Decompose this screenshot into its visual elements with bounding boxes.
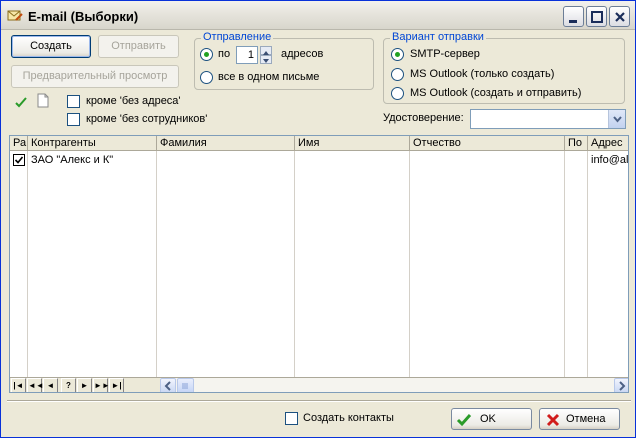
outlook-send-label: MS Outlook (создать и отправить) [410, 87, 582, 99]
smtp-label: SMTP-сервер [410, 48, 480, 60]
email-edit-icon [7, 8, 23, 22]
outlook-create-label: MS Outlook (только создать) [410, 68, 555, 80]
maximize-button[interactable] [586, 6, 607, 27]
column-header[interactable]: По [565, 136, 588, 151]
outlook-create-radio[interactable] [391, 68, 404, 81]
counterparty-cell: ЗАО "Алекс и К" [31, 154, 114, 166]
create-button[interactable]: Создать [11, 35, 91, 58]
close-button[interactable] [609, 6, 630, 27]
ok-label: OK [480, 413, 496, 425]
single-letter-label: все в одном письме [218, 71, 320, 83]
scroll-left-button[interactable] [160, 378, 176, 392]
close-icon [615, 12, 625, 22]
column-header[interactable]: Контрагенты [28, 136, 157, 151]
row-checkbox[interactable] [13, 154, 25, 166]
address-count-input[interactable]: 1 [236, 46, 258, 64]
minimize-icon [569, 20, 577, 23]
cross-icon [546, 413, 560, 427]
certificate-value [471, 110, 474, 127]
certificate-dropdown-button[interactable] [608, 110, 625, 128]
preview-button[interactable]: Предварительный просмотр [11, 65, 179, 88]
certificate-label: Удостоверение: [383, 112, 464, 124]
prev-record-button[interactable]: ◄ [43, 378, 58, 392]
column-header[interactable]: Ра [10, 136, 28, 151]
prev-page-button[interactable]: ◄◄ [27, 378, 44, 392]
create-contacts-checkbox[interactable] [285, 412, 298, 425]
footer-divider [7, 400, 631, 402]
arrow-left-icon [164, 381, 171, 391]
addresses-label: адресов [281, 48, 324, 60]
checkmark-icon [456, 414, 472, 427]
checkmark-icon [14, 156, 24, 164]
column-header[interactable]: Имя [295, 136, 410, 151]
recipients-grid[interactable]: Ра Контрагенты Фамилия Имя Отчество По А… [9, 135, 629, 393]
last-record-button[interactable]: ►| [109, 378, 124, 392]
create-contacts-label: Создать контакты [303, 412, 394, 424]
spin-up-button[interactable] [260, 46, 272, 55]
next-record-button[interactable]: ► [77, 378, 92, 392]
chevron-down-icon [613, 116, 622, 123]
search-record-button[interactable]: ? [61, 378, 76, 392]
minimize-button[interactable] [563, 6, 584, 27]
address-cell: info@ale [591, 154, 629, 166]
ok-button[interactable]: OK [451, 408, 532, 430]
send-button[interactable]: Отправить [98, 35, 179, 58]
outlook-send-radio[interactable] [391, 87, 404, 100]
grid-navigator: |◄ ◄◄ ◄ ? ► ►► ►| [10, 377, 628, 392]
send-variant-group-label: Вариант отправки [390, 31, 486, 43]
cancel-button[interactable]: Отмена [539, 408, 620, 430]
window-title: E-mail (Выборки) [28, 9, 139, 24]
name-cell [295, 152, 409, 169]
column-header[interactable]: Отчество [410, 136, 565, 151]
table-row[interactable]: ЗАО "Алекс и К" info@ale [10, 152, 629, 169]
no-employees-label: кроме 'без сотрудников' [86, 113, 208, 125]
title-bar[interactable]: E-mail (Выборки) [1, 1, 635, 30]
scroll-right-button[interactable] [614, 378, 628, 392]
blank-document-icon[interactable] [37, 93, 49, 111]
maximize-icon [591, 11, 603, 23]
send-by-label: по [218, 48, 231, 60]
column-header[interactable]: Адрес [588, 136, 628, 151]
no-address-label: кроме 'без адреса' [86, 95, 181, 107]
send-by-count-radio[interactable] [200, 48, 213, 61]
horizontal-scrollbar[interactable] [160, 378, 628, 392]
single-letter-radio[interactable] [200, 71, 213, 84]
cancel-label: Отмена [566, 413, 606, 425]
spin-down-button[interactable] [260, 55, 272, 64]
email-dialog: E-mail (Выборки) Создать Отправить Предв… [0, 0, 636, 438]
gender-cell [565, 152, 587, 169]
column-header[interactable]: Фамилия [157, 136, 295, 151]
scroll-thumb[interactable] [177, 378, 194, 392]
no-employees-checkbox[interactable] [67, 113, 80, 126]
surname-cell [157, 152, 294, 169]
first-record-button[interactable]: |◄ [11, 378, 26, 392]
smtp-radio[interactable] [391, 48, 404, 61]
sending-group-label: Отправление [201, 31, 274, 43]
grid-header: Ра Контрагенты Фамилия Имя Отчество По А… [10, 136, 628, 151]
arrow-right-icon [619, 381, 626, 391]
certificate-select[interactable] [470, 109, 626, 129]
no-address-checkbox[interactable] [67, 95, 80, 108]
spin-down-icon [263, 59, 269, 63]
check-all-icon[interactable] [14, 95, 28, 112]
patronymic-cell [410, 152, 564, 169]
next-page-button[interactable]: ►► [93, 378, 110, 392]
